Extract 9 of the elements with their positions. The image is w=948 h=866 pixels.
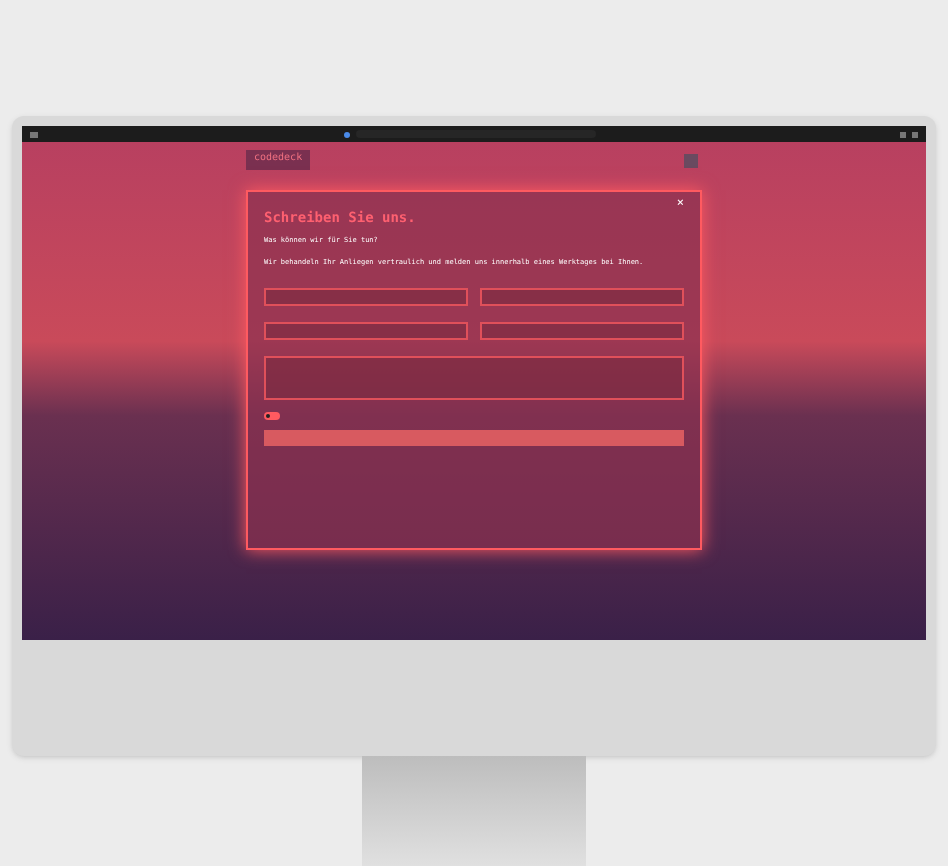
input-field[interactable]	[264, 288, 468, 307]
text-area[interactable]	[264, 356, 684, 401]
browser-icon[interactable]	[343, 131, 349, 137]
input-field[interactable]	[480, 288, 684, 307]
input-field[interactable]	[264, 322, 468, 341]
submit-button[interactable]	[264, 430, 684, 447]
input-field[interactable]	[480, 322, 684, 341]
toggle-switch[interactable]	[264, 412, 280, 421]
menu-button[interactable]	[684, 153, 698, 167]
